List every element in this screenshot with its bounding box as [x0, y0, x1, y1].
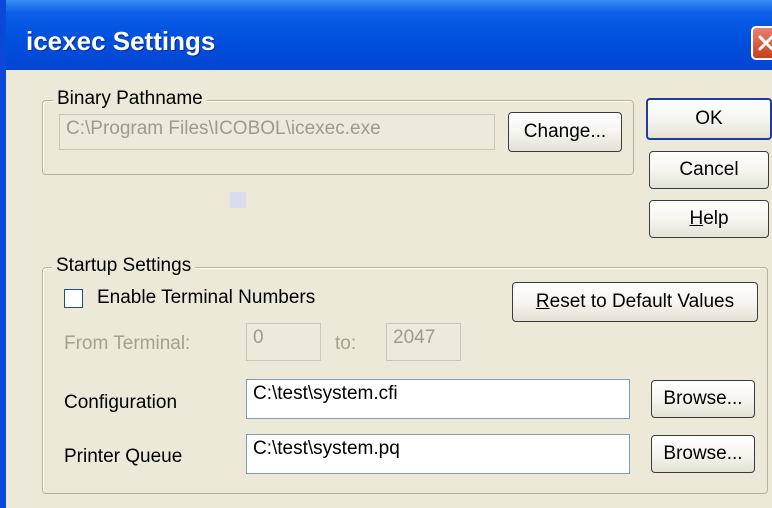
enable-terminal-label[interactable]: Enable Terminal Numbers: [97, 287, 315, 309]
window-title: icexec Settings: [26, 26, 216, 56]
title-bar[interactable]: icexec Settings: [6, 0, 772, 70]
change-button[interactable]: Change...: [508, 112, 622, 152]
printer-queue-field[interactable]: C:\test\system.pq: [246, 434, 630, 474]
configuration-field[interactable]: C:\test\system.cfi: [246, 379, 630, 419]
cancel-button[interactable]: Cancel: [649, 151, 769, 189]
close-icon: [758, 35, 772, 51]
to-terminal-field[interactable]: 2047: [386, 323, 461, 361]
help-button[interactable]: Help: [649, 200, 769, 238]
ok-button[interactable]: OK: [646, 98, 772, 140]
help-label-rest: elp: [703, 208, 729, 229]
close-button[interactable]: [751, 26, 772, 60]
printer-queue-label: Printer Queue: [64, 446, 183, 467]
to-label: to:: [335, 333, 357, 354]
configuration-browse-button[interactable]: Browse...: [651, 380, 755, 418]
configuration-label: Configuration: [64, 392, 178, 413]
binary-pathname-group-label: Binary Pathname: [53, 88, 207, 110]
artifact-square: [230, 192, 246, 208]
enable-terminal-checkbox[interactable]: [64, 289, 83, 308]
settings-dialog: icexec Settings Binary Pathname C:\Progr…: [0, 0, 772, 508]
binary-path-field[interactable]: C:\Program Files\ICOBOL\icexec.exe: [59, 114, 495, 150]
printer-queue-browse-button[interactable]: Browse...: [651, 435, 755, 473]
reset-defaults-button[interactable]: Reset to Default Values: [512, 282, 758, 322]
from-terminal-label: From Terminal:: [64, 333, 191, 354]
startup-settings-group-label: Startup Settings: [52, 255, 196, 277]
help-mnemonic: H: [689, 208, 704, 229]
reset-mnemonic: R: [535, 291, 550, 312]
from-terminal-field[interactable]: 0: [246, 323, 321, 361]
reset-label-rest: eset to Default Values: [549, 291, 735, 312]
